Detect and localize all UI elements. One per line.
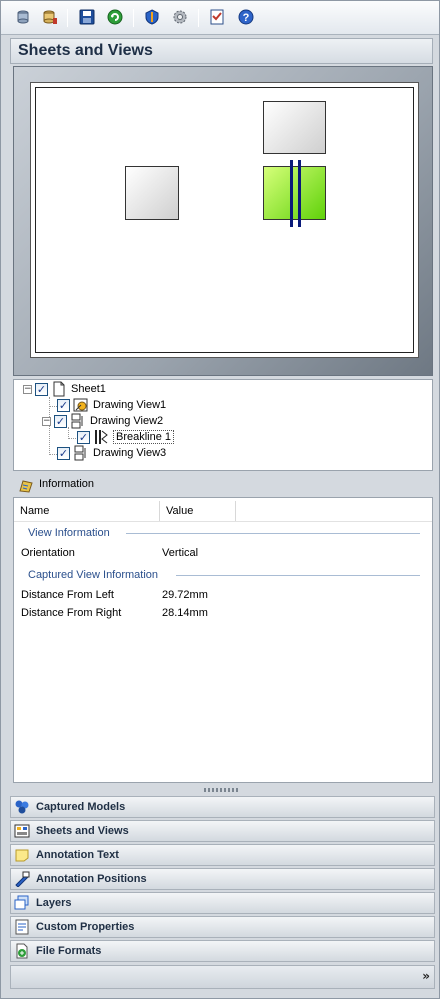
property-name: Orientation [21, 547, 75, 559]
tree-item-breakline-1[interactable]: ✓ Breakline 1 [77, 429, 175, 445]
custom-properties-icon [14, 919, 30, 935]
property-value[interactable]: Vertical [162, 547, 198, 559]
group-divider [126, 533, 420, 534]
captured-models-icon [14, 799, 30, 815]
preview-breakline-left[interactable] [290, 160, 293, 227]
accordion-label: File Formats [36, 945, 102, 957]
accordion-file-formats[interactable]: File Formats [10, 940, 435, 962]
tree-item-label: Drawing View3 [93, 447, 167, 459]
information-title: Information [39, 478, 95, 490]
accordion-annotation-positions[interactable]: Annotation Positions [10, 868, 435, 890]
preview-drawing-view1[interactable] [125, 166, 179, 220]
accordion-sheets-and-views[interactable]: Sheets and Views [10, 820, 435, 842]
tree-item-label: Breakline 1 [113, 430, 175, 444]
gear-icon[interactable] [172, 9, 188, 25]
sheet-border [35, 87, 414, 353]
tree-checkbox[interactable]: ✓ [57, 398, 70, 412]
toolbar-separator [67, 9, 68, 27]
accordion-label: Layers [36, 897, 72, 909]
toolbar-separator [133, 9, 134, 27]
tree-item-label: Drawing View2 [90, 415, 164, 427]
tree-item-drawing-view1[interactable]: ✓ Drawing View1 [57, 397, 166, 413]
column-header-name[interactable]: Name [14, 501, 160, 521]
property-value[interactable]: 29.72mm [162, 589, 208, 601]
refresh-icon[interactable] [107, 9, 123, 25]
section-header: Sheets and Views [10, 38, 433, 64]
layers-icon [14, 895, 30, 911]
information-header: Information [13, 475, 433, 495]
file-formats-icon [14, 943, 30, 959]
help-icon[interactable]: ? [238, 9, 254, 25]
property-value[interactable]: 28.14mm [162, 607, 208, 619]
accordion-annotation-text[interactable]: Annotation Text [10, 844, 435, 866]
annotation-text-icon [14, 847, 30, 863]
tree-checkbox[interactable]: ✓ [54, 414, 67, 428]
toolbar: ? [1, 1, 439, 35]
accordion-layers[interactable]: Layers [10, 892, 435, 914]
header-divider [14, 521, 432, 522]
accordion-custom-properties[interactable]: Custom Properties [10, 916, 435, 938]
accordion-label: Annotation Text [36, 849, 119, 861]
tree-item-label: Sheet1 [71, 383, 106, 395]
accordion-label: Captured Models [36, 801, 126, 813]
preview-breakline-right[interactable] [298, 160, 301, 227]
shield-icon[interactable] [144, 9, 160, 25]
accordion-captured-models[interactable]: Captured Models [10, 796, 435, 818]
tree-item-label: Drawing View1 [93, 399, 167, 411]
toolbar-separator [198, 9, 199, 27]
preview-sheet [30, 82, 419, 358]
accordion-label: Annotation Positions [36, 873, 147, 885]
preview-drawing-view2[interactable] [263, 166, 326, 220]
sheets-and-views-icon [14, 823, 30, 839]
preview-drawing-view3[interactable] [263, 101, 326, 154]
accordion-label: Custom Properties [36, 921, 135, 933]
tree-item-drawing-view3[interactable]: ✓ Drawing View3 [57, 445, 166, 461]
sheet-tree: − ✓ Sheet1 ✓ Drawing View1 − ✓ Drawing V… [13, 379, 433, 471]
drawing-view-icon [70, 413, 86, 429]
save-icon[interactable] [79, 9, 95, 25]
checklist-icon[interactable] [209, 9, 225, 25]
expander-icon[interactable]: − [23, 384, 32, 394]
app-window: ? Sheets and Views − ✓ Sheet1 ✓ Drawing … [0, 0, 440, 999]
information-panel: Name Value View Information Orientation … [13, 497, 433, 783]
tree-checkbox[interactable]: ✓ [35, 382, 48, 396]
drawing-view-icon [73, 397, 89, 413]
chevron-right-icon[interactable]: » [422, 969, 430, 983]
database-add-icon[interactable] [42, 9, 58, 25]
expander-icon[interactable]: − [42, 416, 51, 426]
sheet-icon [51, 381, 67, 397]
annotation-positions-icon [14, 871, 30, 888]
group-divider [176, 575, 420, 576]
property-name: Distance From Right [21, 607, 122, 619]
group-captured-view-information[interactable]: Captured View Information [28, 569, 158, 581]
property-name: Distance From Left [21, 589, 114, 601]
accordion-footer: » [10, 965, 435, 989]
tree-item-sheet1[interactable]: − ✓ Sheet1 [23, 381, 106, 397]
tree-checkbox[interactable]: ✓ [77, 430, 90, 444]
column-header-value[interactable]: Value [160, 501, 236, 521]
section-title: Sheets and Views [18, 42, 153, 59]
svg-text:?: ? [243, 12, 250, 24]
breakline-icon [93, 429, 109, 445]
information-icon [18, 477, 34, 496]
tree-checkbox[interactable]: ✓ [57, 446, 70, 460]
sheet-preview [13, 66, 433, 376]
tree-item-drawing-view2[interactable]: − ✓ Drawing View2 [42, 413, 163, 429]
splitter-grip[interactable] [204, 788, 238, 792]
database-icon[interactable] [15, 9, 31, 25]
group-view-information[interactable]: View Information [28, 527, 110, 539]
drawing-view-icon [73, 445, 89, 461]
accordion-label: Sheets and Views [36, 825, 129, 837]
